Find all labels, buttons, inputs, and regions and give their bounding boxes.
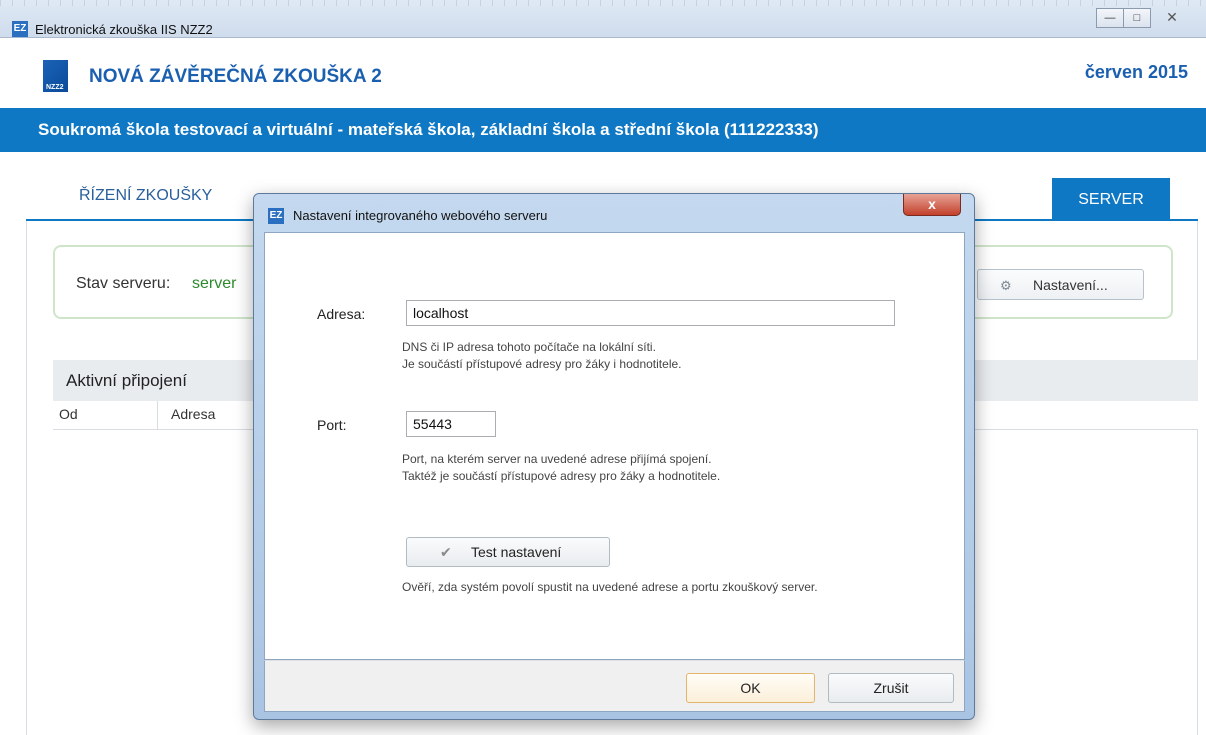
server-status-label: Stav serveru: [76, 275, 171, 292]
gears-icon: ⚙ [1000, 278, 1012, 293]
column-separator [157, 401, 158, 430]
app-icon: EZ [12, 21, 28, 37]
column-header-od[interactable]: Od [59, 406, 78, 422]
server-settings-dialog: EZ Nastavení integrovaného webového serv… [253, 193, 975, 720]
test-settings-button[interactable]: ✔ Test nastavení [406, 537, 610, 567]
logo-caption: NZZ2 [46, 84, 64, 91]
address-hint-1: DNS či IP adresa tohoto počítače na loká… [402, 340, 656, 354]
server-status-value: server [192, 275, 237, 292]
ruler-decoration [0, 0, 1206, 6]
dialog-title: Nastavení integrovaného webového serveru [293, 208, 548, 223]
app-name: NOVÁ ZÁVĚREČNÁ ZKOUŠKA 2 [89, 66, 382, 87]
port-label: Port: [317, 417, 347, 433]
port-hint-1: Port, na kterém server na uvedené adrese… [402, 452, 712, 466]
address-hint-2: Je součástí přístupové adresy pro žáky i… [402, 357, 682, 371]
tab-server[interactable]: SERVER [1052, 178, 1170, 221]
ok-button[interactable]: OK [686, 673, 815, 703]
port-input[interactable] [406, 411, 496, 437]
address-label: Adresa: [317, 306, 366, 322]
cancel-button[interactable]: Zrušit [828, 673, 954, 703]
school-bar: Soukromá škola testovací a virtuální - m… [0, 108, 1206, 152]
settings-button-label: Nastavení... [1033, 277, 1108, 293]
test-settings-hint: Ověří, zda systém povolí spustit na uved… [402, 580, 818, 594]
window-titlebar: EZ Elektronická zkouška IIS NZZ2 — □ ✕ [0, 0, 1206, 38]
minimize-button[interactable]: — [1096, 8, 1124, 28]
dialog-body: Adresa: DNS či IP adresa tohoto počítače… [264, 232, 965, 660]
settings-button[interactable]: ⚙ Nastavení... [977, 269, 1144, 300]
test-settings-label: Test nastavení [471, 544, 562, 560]
exam-date: červen 2015 [1084, 62, 1188, 82]
app-header: NZZ2 NOVÁ ZÁVĚREČNÁ ZKOUŠKA 2 červen 201… [0, 38, 1206, 108]
window-title: Elektronická zkouška IIS NZZ2 [35, 22, 213, 37]
dialog-footer: OK Zrušit [264, 660, 965, 712]
dialog-app-icon: EZ [268, 208, 284, 224]
dialog-close-button[interactable]: x [903, 194, 961, 216]
port-hint-2: Taktéž je součástí přístupové adresy pro… [402, 469, 721, 483]
checkmark-icon: ✔ [440, 544, 452, 560]
connections-title: Aktivní připojení [66, 371, 187, 390]
school-name: Soukromá škola testovací a virtuální - m… [38, 120, 819, 139]
column-header-adresa[interactable]: Adresa [171, 406, 215, 422]
close-button[interactable]: ✕ [1150, 8, 1194, 28]
window-controls: — □ ✕ [1096, 8, 1194, 28]
maximize-button[interactable]: □ [1123, 8, 1151, 28]
address-input[interactable] [406, 300, 895, 326]
tab-rizeni-zkousky[interactable]: ŘÍZENÍ ZKOUŠKY [79, 187, 212, 205]
